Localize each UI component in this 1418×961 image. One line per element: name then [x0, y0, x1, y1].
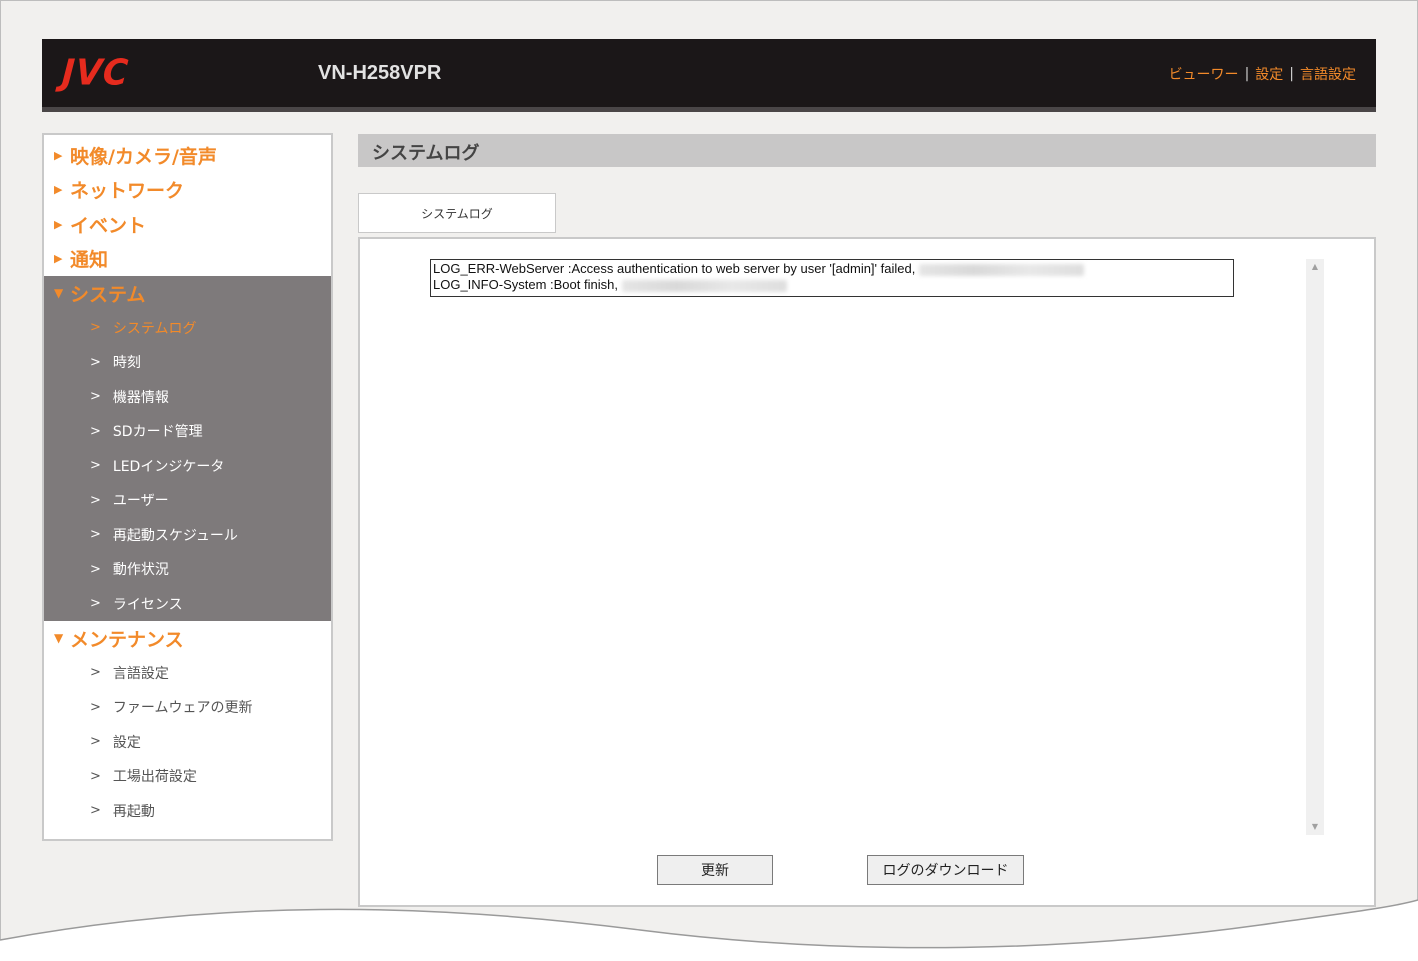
- chevron-right-icon: >: [90, 699, 101, 715]
- sidebar-item-time[interactable]: > 時刻: [44, 345, 331, 380]
- expanded-triangle-icon: ▼: [54, 286, 64, 301]
- header-bar: JVC VN-H258VPR ビューワー | 設定 | 言語設定: [42, 39, 1376, 112]
- sidebar-item-language[interactable]: > 言語設定: [44, 656, 331, 691]
- sidebar-section-notification[interactable]: ▶ 通知: [44, 242, 331, 277]
- link-separator: |: [1289, 66, 1294, 82]
- sidebar-item-reboot-schedule[interactable]: > 再起動スケジュール: [44, 518, 331, 553]
- tab-system-log[interactable]: システムログ: [358, 193, 556, 233]
- collapsed-triangle-icon: ▶: [54, 148, 63, 162]
- sidebar-item-label: ユーザー: [112, 493, 169, 510]
- log-scrollbar[interactable]: ▲ ▼: [1306, 259, 1324, 835]
- chevron-right-icon: >: [90, 320, 101, 336]
- scroll-down-arrow-icon[interactable]: ▼: [1306, 819, 1324, 835]
- sidebar-section-label: メンテナンス: [70, 628, 184, 651]
- expanded-triangle-icon: ▼: [54, 631, 64, 646]
- sidebar-item-reboot[interactable]: > 再起動: [44, 794, 331, 829]
- sidebar-item-label: LEDインジケータ: [112, 458, 225, 475]
- sidebar-item-label: SDカード管理: [112, 424, 203, 441]
- sidebar-section-event[interactable]: ▶ イベント: [44, 207, 331, 242]
- sidebar-section-network[interactable]: ▶ ネットワーク: [44, 173, 331, 208]
- log-line-text: LOG_INFO-System :Boot finish,: [433, 277, 618, 292]
- sidebar-item-label: 再起動: [112, 803, 155, 820]
- collapsed-triangle-icon: ▶: [54, 217, 63, 231]
- viewer-link[interactable]: ビューワー: [1169, 64, 1239, 84]
- sidebar-item-firmware-update[interactable]: > ファームウェアの更新: [44, 690, 331, 725]
- sidebar-item-label: 動作状況: [112, 562, 169, 579]
- torn-page-edge: [0, 899, 1418, 961]
- chevron-right-icon: >: [90, 423, 101, 439]
- collapsed-triangle-icon: ▶: [54, 183, 63, 197]
- chevron-right-icon: >: [90, 458, 101, 474]
- chevron-right-icon: >: [90, 389, 101, 405]
- chevron-right-icon: >: [90, 527, 101, 543]
- chevron-right-icon: >: [90, 803, 101, 819]
- sidebar-item-sd-card[interactable]: > SDカード管理: [44, 414, 331, 449]
- sidebar-item-user[interactable]: > ユーザー: [44, 483, 331, 518]
- sidebar-item-license[interactable]: > ライセンス: [44, 587, 331, 622]
- sidebar-item-label: 再起動スケジュール: [112, 527, 238, 544]
- chevron-right-icon: >: [90, 492, 101, 508]
- sidebar-item-label: システムログ: [112, 320, 197, 337]
- sidebar-item-settings[interactable]: > 設定: [44, 725, 331, 760]
- torn-edge-fill: [0, 900, 1418, 961]
- redacted-timestamp: [918, 263, 1084, 276]
- sidebar-group-maintenance: ▼ メンテナンス > 言語設定 > ファームウェアの更新 > 設定 > 工場出荷…: [44, 621, 331, 828]
- sidebar-section-label: 通知: [70, 249, 109, 272]
- sidebar-section-label: ネットワーク: [70, 180, 185, 203]
- chevron-right-icon: >: [90, 596, 101, 612]
- log-panel: LOG_ERR-WebServer :Access authentication…: [358, 237, 1376, 907]
- scroll-up-arrow-icon[interactable]: ▲: [1306, 259, 1324, 275]
- sidebar-section-video-camera-audio[interactable]: ▶ 映像/カメラ/音声: [44, 138, 331, 173]
- sidebar-nav: ▶ 映像/カメラ/音声 ▶ ネットワーク ▶ イベント ▶ 通知 ▼ システム …: [42, 133, 333, 841]
- model-name: VN-H258VPR: [318, 62, 442, 84]
- sidebar-group-system: ▼ システム > システムログ > 時刻 > 機器情報 > SDカード管理 > …: [44, 276, 331, 621]
- chevron-right-icon: >: [90, 665, 101, 681]
- sidebar-item-label: 機器情報: [112, 389, 169, 406]
- page-title: システムログ: [358, 134, 1376, 167]
- sidebar-item-led-indicator[interactable]: > LEDインジケータ: [44, 449, 331, 484]
- sidebar-item-label: 時刻: [112, 355, 141, 372]
- jvc-logo: JVC: [60, 52, 131, 94]
- sidebar-section-system[interactable]: ▼ システム: [44, 276, 331, 311]
- sidebar-item-factory-reset[interactable]: > 工場出荷設定: [44, 759, 331, 794]
- chevron-right-icon: >: [90, 734, 101, 750]
- sidebar-item-operation-status[interactable]: > 動作状況: [44, 552, 331, 587]
- collapsed-triangle-icon: ▶: [54, 252, 63, 266]
- sidebar-section-maintenance[interactable]: ▼ メンテナンス: [44, 621, 331, 656]
- sidebar-item-label: ライセンス: [112, 596, 183, 613]
- chevron-right-icon: >: [90, 354, 101, 370]
- settings-link[interactable]: 設定: [1255, 64, 1283, 84]
- sidebar-item-label: ファームウェアの更新: [112, 700, 253, 717]
- sidebar-item-label: 設定: [112, 734, 141, 751]
- log-line-text: LOG_ERR-WebServer :Access authentication…: [433, 261, 916, 276]
- chevron-right-icon: >: [90, 561, 101, 577]
- language-link[interactable]: 言語設定: [1300, 64, 1356, 84]
- sidebar-section-label: 映像/カメラ/音声: [70, 145, 217, 168]
- log-line: LOG_INFO-System :Boot finish,: [433, 277, 1231, 293]
- sidebar-section-label: システム: [70, 283, 146, 306]
- top-nav-links: ビューワー | 設定 | 言語設定: [1169, 64, 1356, 84]
- sidebar-item-label: 言語設定: [112, 665, 169, 682]
- redacted-timestamp: [621, 279, 787, 292]
- log-line: LOG_ERR-WebServer :Access authentication…: [433, 261, 1231, 277]
- sidebar-item-system-log[interactable]: > システムログ: [44, 311, 331, 346]
- link-separator: |: [1244, 66, 1250, 82]
- sidebar-item-device-info[interactable]: > 機器情報: [44, 380, 331, 415]
- chevron-right-icon: >: [90, 768, 101, 784]
- log-textarea[interactable]: LOG_ERR-WebServer :Access authentication…: [430, 259, 1234, 297]
- sidebar-section-label: イベント: [70, 214, 147, 237]
- sidebar-item-label: 工場出荷設定: [112, 769, 197, 786]
